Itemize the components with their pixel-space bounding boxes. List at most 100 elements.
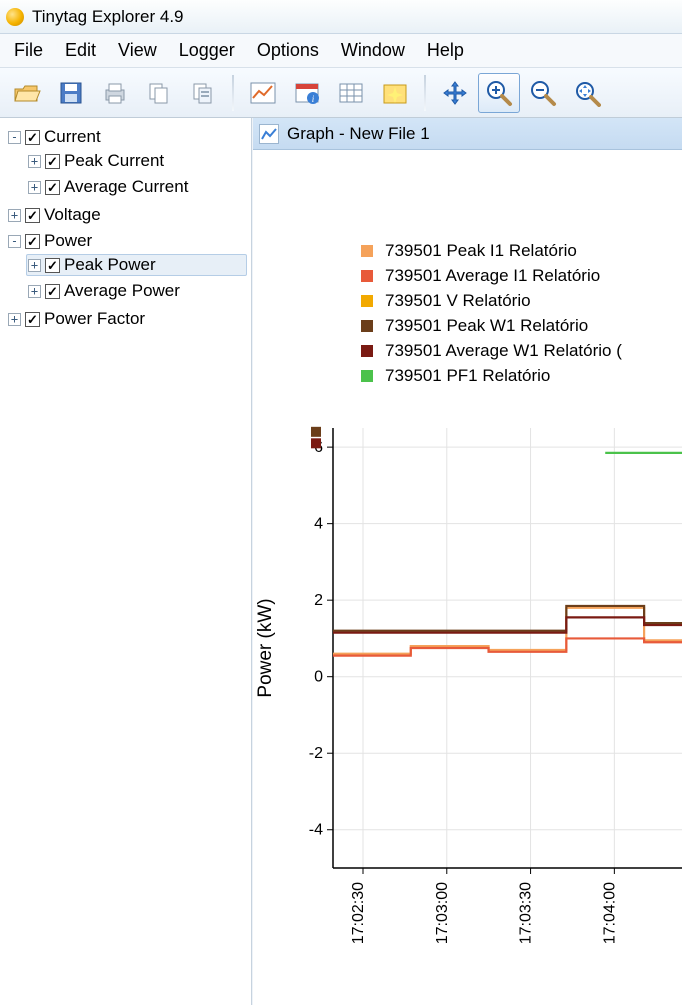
legend-item[interactable]: 739501 Peak W1 Relatório (361, 313, 622, 338)
collapse-icon[interactable]: - (8, 235, 21, 248)
checkbox[interactable] (25, 208, 40, 223)
expand-icon[interactable]: + (28, 155, 41, 168)
info-view-button[interactable]: i (286, 73, 328, 113)
graph-window-title: Graph - New File 1 (287, 124, 430, 144)
open-button[interactable] (6, 73, 48, 113)
checkbox[interactable] (45, 180, 60, 195)
svg-text:17:04:00: 17:04:00 (601, 882, 618, 944)
table-view-button[interactable] (330, 73, 372, 113)
tree-label: Average Power (64, 281, 180, 301)
svg-text:-2: -2 (309, 745, 323, 762)
legend-swatch (361, 370, 373, 382)
tree-item-peak-current[interactable]: + Peak Current (26, 150, 247, 172)
graph-view-button[interactable] (242, 73, 284, 113)
tree-label: Power (44, 231, 92, 251)
menu-logger[interactable]: Logger (169, 36, 245, 65)
zoom-fit-button[interactable] (566, 73, 608, 113)
floppy-icon (58, 80, 84, 106)
legend-swatch (361, 320, 373, 332)
copy-icon (146, 80, 172, 106)
zoom-in-button[interactable] (478, 73, 520, 113)
checkbox[interactable] (25, 130, 40, 145)
checkbox[interactable] (25, 234, 40, 249)
move-icon (442, 80, 468, 106)
tree-panel: - Current + Peak Current + Average Curre… (0, 118, 252, 1005)
calendar-info-icon: i (294, 81, 320, 105)
expand-icon[interactable]: + (8, 313, 21, 326)
tree-item-peak-power[interactable]: + Peak Power (26, 254, 247, 276)
svg-text:-4: -4 (309, 822, 323, 839)
tree-label: Voltage (44, 205, 101, 225)
legend-label: 739501 Peak W1 Relatório (385, 316, 588, 336)
window-titlebar: Tinytag Explorer 4.9 (0, 0, 682, 34)
legend-label: 739501 Average W1 Relatório ( (385, 341, 622, 361)
svg-text:Power (kW): Power (kW) (255, 598, 276, 697)
zoom-out-icon (529, 79, 557, 107)
zoom-fit-icon (573, 79, 601, 107)
zoom-out-button[interactable] (522, 73, 564, 113)
expand-icon[interactable]: + (28, 259, 41, 272)
expand-icon[interactable]: + (8, 209, 21, 222)
toolbar: i (0, 68, 682, 118)
checkbox[interactable] (45, 154, 60, 169)
chart-icon (250, 82, 276, 104)
tree-item-average-power[interactable]: + Average Power (26, 280, 247, 302)
expand-icon[interactable]: + (28, 181, 41, 194)
checkbox[interactable] (45, 258, 60, 273)
legend-swatch (361, 270, 373, 282)
tree-item-current[interactable]: - Current (6, 126, 247, 148)
expand-icon[interactable]: + (28, 285, 41, 298)
svg-text:17:03:00: 17:03:00 (434, 882, 451, 944)
legend-item[interactable]: 739501 Average I1 Relatório (361, 263, 622, 288)
legend-item[interactable]: 739501 PF1 Relatório (361, 363, 622, 388)
menu-help[interactable]: Help (417, 36, 474, 65)
copy-page-button[interactable] (182, 73, 224, 113)
app-icon (6, 8, 24, 26)
tree-label: Peak Current (64, 151, 164, 171)
svg-text:17:02:30: 17:02:30 (350, 882, 367, 944)
graph-window-titlebar[interactable]: Graph - New File 1 (253, 118, 682, 150)
legend-item[interactable]: 739501 Peak I1 Relatório (361, 238, 622, 263)
checkbox[interactable] (25, 312, 40, 327)
menu-view[interactable]: View (108, 36, 167, 65)
new-chart-button[interactable] (374, 73, 416, 113)
checkbox[interactable] (45, 284, 60, 299)
pan-button[interactable] (434, 73, 476, 113)
tree-item-power-factor[interactable]: + Power Factor (6, 308, 247, 330)
menu-window[interactable]: Window (331, 36, 415, 65)
print-button[interactable] (94, 73, 136, 113)
legend-swatch (361, 295, 373, 307)
toolbar-separator (232, 75, 234, 111)
collapse-icon[interactable]: - (8, 131, 21, 144)
legend-item[interactable]: 739501 V Relatório (361, 288, 622, 313)
copy-button[interactable] (138, 73, 180, 113)
legend-swatch (361, 245, 373, 257)
chart-legend: 739501 Peak I1 Relatório739501 Average I… (361, 238, 622, 388)
toolbar-separator (424, 75, 426, 111)
legend-label: 739501 Peak I1 Relatório (385, 241, 577, 261)
tree-item-voltage[interactable]: + Voltage (6, 204, 247, 226)
window-title: Tinytag Explorer 4.9 (32, 7, 184, 27)
legend-swatch (361, 345, 373, 357)
menu-edit[interactable]: Edit (55, 36, 106, 65)
menu-options[interactable]: Options (247, 36, 329, 65)
legend-item[interactable]: 739501 Average W1 Relatório ( (361, 338, 622, 363)
tree-item-average-current[interactable]: + Average Current (26, 176, 247, 198)
table-icon (338, 82, 364, 104)
menubar: File Edit View Logger Options Window Hel… (0, 34, 682, 68)
svg-text:4: 4 (314, 516, 323, 533)
printer-icon (102, 80, 128, 106)
svg-text:2: 2 (314, 592, 323, 609)
graph-panel: Graph - New File 1 739501 Peak I1 Relató… (252, 118, 682, 1005)
svg-text:0: 0 (314, 669, 323, 686)
save-button[interactable] (50, 73, 92, 113)
tree-label: Peak Power (64, 255, 156, 275)
menu-file[interactable]: File (4, 36, 53, 65)
chart-window-icon (259, 124, 279, 144)
sparkle-icon (382, 81, 408, 105)
svg-text:17:03:30: 17:03:30 (518, 882, 535, 944)
copy-page-icon (190, 80, 216, 106)
chart[interactable]: -4-2024617:02:3017:03:0017:03:3017:04:00… (253, 418, 682, 1005)
tree-item-power[interactable]: - Power (6, 230, 247, 252)
folder-open-icon (13, 81, 41, 105)
